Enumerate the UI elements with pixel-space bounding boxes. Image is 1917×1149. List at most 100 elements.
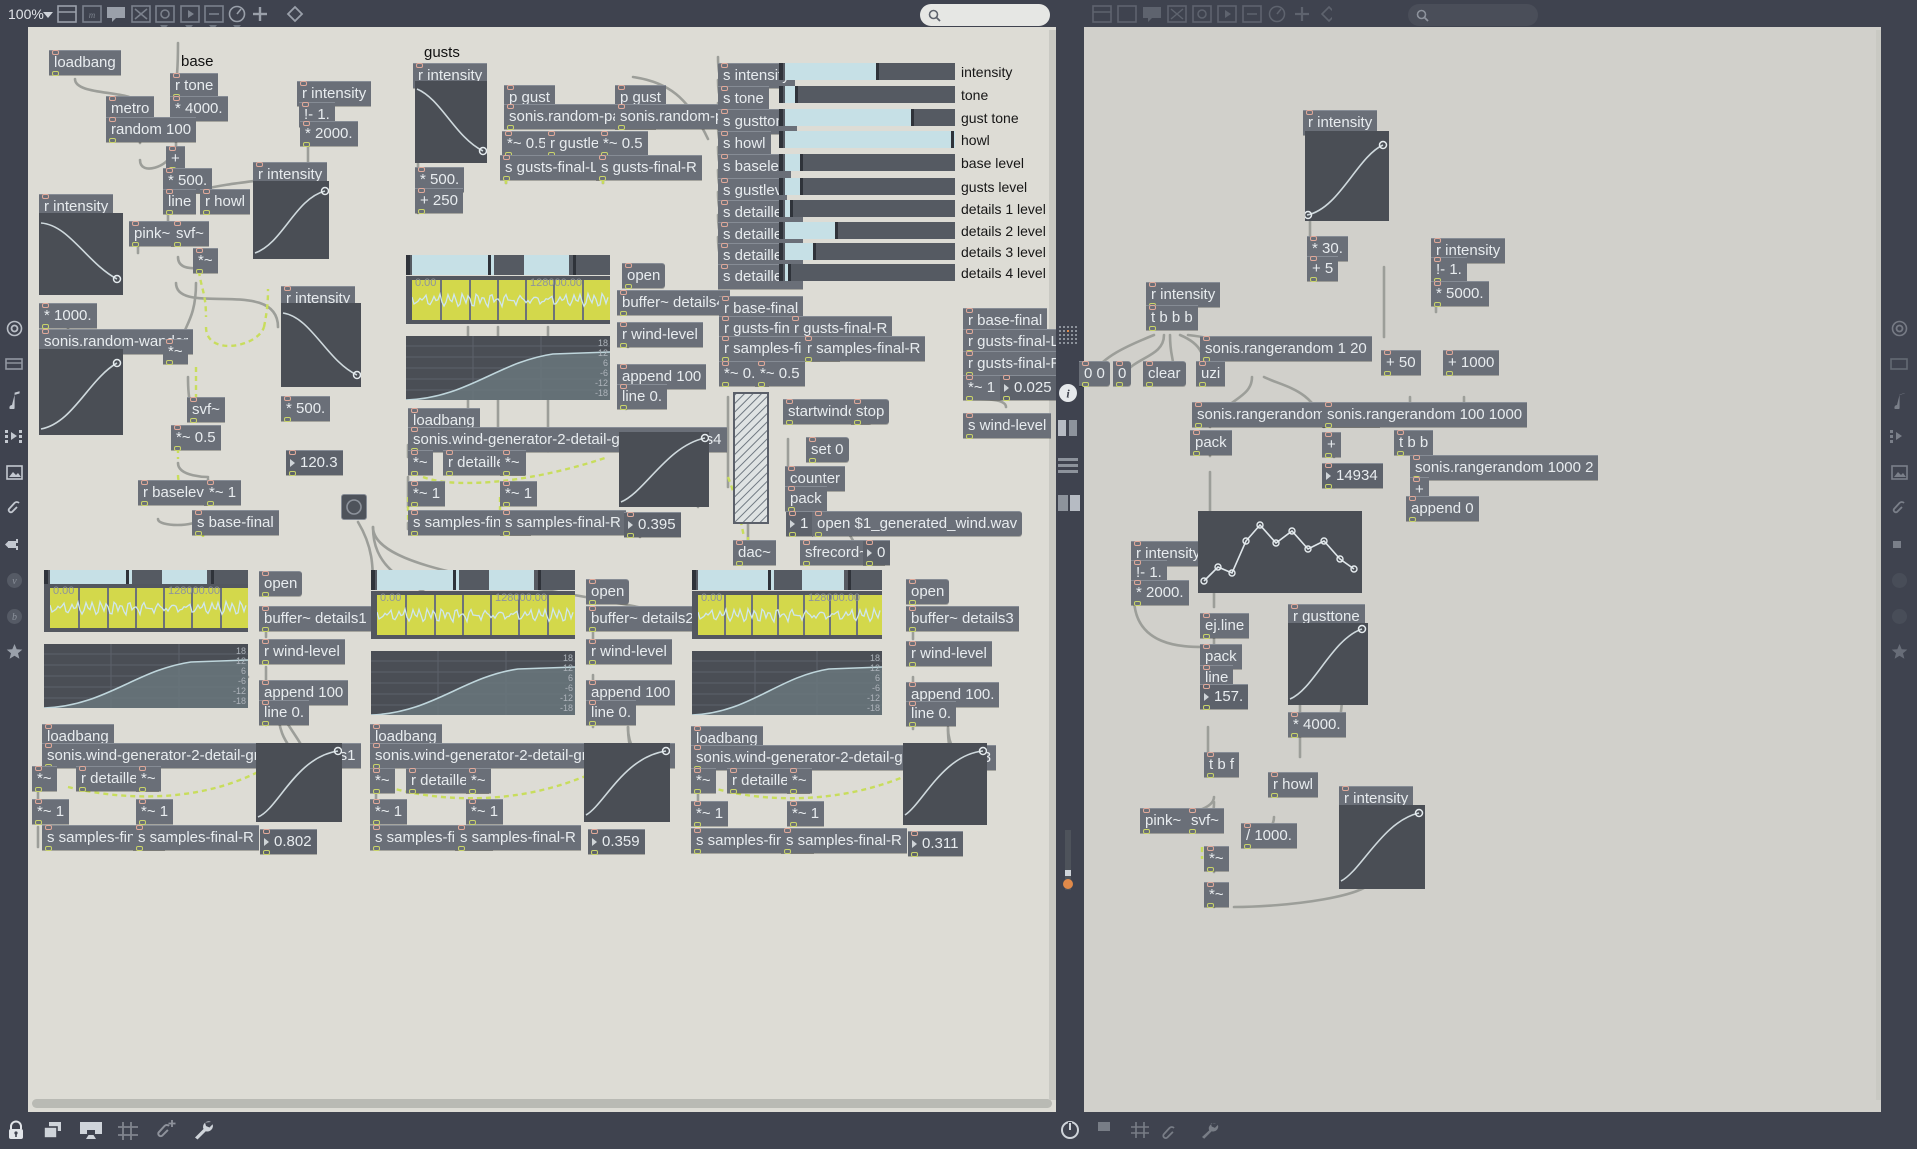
outlet[interactable] bbox=[469, 789, 476, 794]
inlet[interactable] bbox=[809, 437, 816, 442]
outlet[interactable] bbox=[620, 311, 627, 316]
left-window-vert-scroll[interactable] bbox=[1049, 30, 1056, 1100]
outlet[interactable] bbox=[620, 343, 627, 348]
inlet[interactable] bbox=[721, 243, 728, 248]
obj-1[interactable]: *~ 1 bbox=[204, 480, 242, 506]
inlet[interactable] bbox=[805, 336, 812, 341]
outlet[interactable] bbox=[722, 382, 729, 387]
outlet[interactable] bbox=[411, 531, 418, 536]
inlet[interactable] bbox=[1244, 823, 1251, 828]
outlet[interactable] bbox=[694, 789, 701, 794]
inlet[interactable] bbox=[373, 799, 380, 804]
inlet[interactable] bbox=[721, 222, 728, 227]
inlet[interactable] bbox=[373, 724, 380, 729]
envelope-plot-details2[interactable]: 18 12 6 -6 -12 -18 bbox=[371, 651, 575, 715]
obj-1[interactable]: *~ 1 bbox=[787, 801, 825, 827]
scrub-knob-2[interactable] bbox=[538, 570, 541, 590]
outlet[interactable] bbox=[195, 531, 202, 536]
buffer-waveform-details3[interactable]: 0.00 128000.00 bbox=[692, 591, 882, 639]
inlet[interactable] bbox=[784, 828, 791, 833]
obj-1000[interactable]: * 1000. bbox=[39, 303, 97, 329]
outlet[interactable] bbox=[620, 405, 627, 410]
inlet[interactable] bbox=[788, 466, 795, 471]
list-icon[interactable] bbox=[1058, 458, 1078, 474]
outlet[interactable] bbox=[503, 502, 510, 507]
send-s-howl[interactable]: s howl bbox=[718, 131, 771, 156]
outlet[interactable] bbox=[196, 269, 203, 274]
inlet[interactable] bbox=[790, 801, 797, 806]
outlet[interactable] bbox=[1291, 733, 1298, 738]
obj-stop[interactable]: stop bbox=[851, 399, 890, 425]
inlet[interactable] bbox=[139, 766, 146, 771]
inlet[interactable] bbox=[790, 768, 797, 773]
inlet[interactable] bbox=[1203, 665, 1210, 670]
slider-gusts-level[interactable] bbox=[779, 178, 955, 195]
function-editor-8[interactable] bbox=[584, 743, 670, 822]
gauge-icon[interactable] bbox=[227, 5, 247, 23]
outlet[interactable] bbox=[758, 382, 765, 387]
obj-svf[interactable]: svf~ bbox=[171, 221, 209, 247]
slider-knob[interactable] bbox=[794, 86, 798, 103]
outlet[interactable] bbox=[627, 533, 634, 538]
outlet[interactable] bbox=[503, 531, 510, 536]
outlet[interactable] bbox=[909, 662, 916, 667]
inlet[interactable] bbox=[721, 131, 728, 136]
outlet[interactable] bbox=[1397, 451, 1404, 456]
obj-open[interactable]: open bbox=[586, 579, 630, 605]
outlet[interactable] bbox=[966, 434, 973, 439]
inlet[interactable] bbox=[694, 768, 701, 773]
right-clips-icon[interactable] bbox=[1881, 418, 1917, 454]
plus-icon[interactable] bbox=[250, 5, 270, 23]
inlet[interactable] bbox=[1149, 305, 1156, 310]
outlet[interactable] bbox=[1310, 277, 1317, 282]
slider-knob[interactable] bbox=[799, 154, 803, 171]
inlet[interactable] bbox=[196, 248, 203, 253]
inlet[interactable] bbox=[1207, 752, 1214, 757]
obj-s-gusts-final-r[interactable]: s gusts-final-R bbox=[596, 155, 702, 181]
obj-open[interactable]: open bbox=[906, 579, 950, 605]
obj-open[interactable]: open bbox=[259, 571, 303, 597]
inlet[interactable] bbox=[1203, 684, 1210, 689]
inlet[interactable] bbox=[722, 296, 729, 301]
scrub-knob[interactable] bbox=[768, 570, 771, 590]
robj-5[interactable]: + 5 bbox=[1307, 256, 1339, 282]
obj-r-samples-final-r[interactable]: r samples-final-R bbox=[802, 336, 926, 362]
outlet[interactable] bbox=[503, 176, 510, 181]
inlet[interactable] bbox=[1310, 256, 1317, 261]
function-editor-5[interactable] bbox=[415, 81, 487, 163]
waveform-scrub-bar[interactable] bbox=[406, 255, 610, 275]
outlet[interactable] bbox=[854, 420, 861, 425]
layers-icon[interactable] bbox=[44, 1122, 66, 1140]
paint-icon[interactable] bbox=[285, 5, 305, 23]
panel-icon[interactable] bbox=[57, 5, 77, 23]
outlet[interactable] bbox=[1207, 867, 1214, 872]
function-editor-2[interactable] bbox=[39, 349, 123, 435]
inlet[interactable] bbox=[1189, 808, 1196, 813]
music-note-icon[interactable] bbox=[0, 382, 28, 418]
slider-intensity[interactable] bbox=[779, 63, 955, 80]
outlet[interactable] bbox=[1146, 382, 1153, 387]
obj-r-gusts-final-r[interactable]: r gusts-final-R bbox=[963, 351, 1067, 377]
inlet[interactable] bbox=[721, 178, 728, 183]
outlet[interactable] bbox=[866, 561, 873, 566]
obj-pink[interactable]: pink~ bbox=[129, 221, 176, 247]
inlet[interactable] bbox=[966, 351, 973, 356]
outlet[interactable] bbox=[1134, 601, 1141, 606]
grid-icon[interactable] bbox=[118, 1122, 138, 1140]
slider-knob[interactable] bbox=[951, 131, 954, 148]
outlet[interactable] bbox=[966, 396, 973, 401]
outlet[interactable] bbox=[284, 417, 291, 422]
inlet[interactable] bbox=[411, 408, 418, 413]
robj-r-howl[interactable]: r howl bbox=[1268, 772, 1319, 798]
outlet[interactable] bbox=[1271, 793, 1278, 798]
inlet[interactable] bbox=[1384, 350, 1391, 355]
outlet[interactable] bbox=[446, 471, 453, 476]
inlet[interactable] bbox=[207, 480, 214, 485]
outlet[interactable] bbox=[1434, 302, 1441, 307]
robj-50[interactable]: + 50 bbox=[1381, 350, 1421, 376]
inlet[interactable] bbox=[109, 117, 116, 122]
toggle-button[interactable] bbox=[341, 494, 367, 520]
inlet[interactable] bbox=[195, 510, 202, 515]
outlet[interactable] bbox=[263, 850, 270, 855]
inlet[interactable] bbox=[373, 743, 380, 748]
